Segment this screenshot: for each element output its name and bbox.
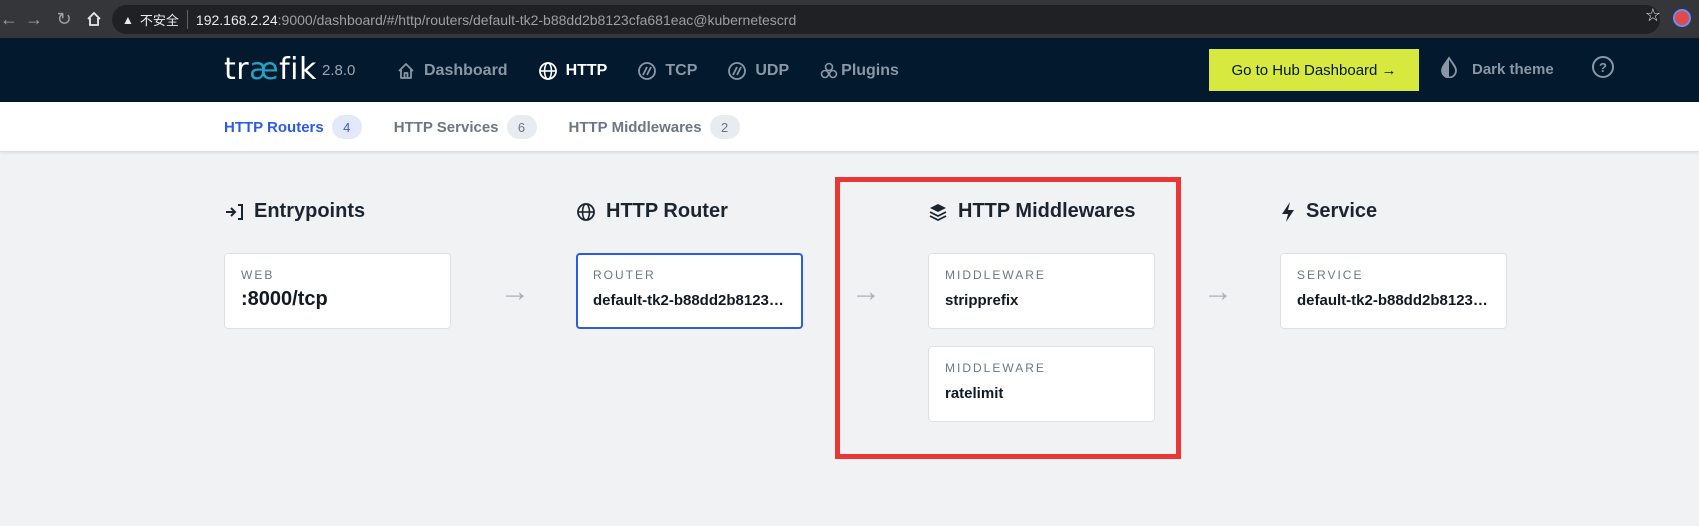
tab-http-middlewares-count: 2 — [709, 115, 740, 139]
arrow-right-icon: → — [500, 275, 530, 308]
tab-http-services-label: HTTP Services — [393, 118, 499, 136]
tab-http-services[interactable]: HTTP Services 6 — [394, 115, 537, 139]
nav-http-label: HTTP — [565, 62, 608, 79]
dark-theme-label: Dark theme — [1472, 60, 1554, 78]
nav-udp[interactable]: UDP — [727, 54, 803, 88]
home-browser-icon[interactable] — [80, 5, 108, 33]
reload-icon[interactable]: ↻ — [50, 5, 78, 33]
service-title: Service — [1280, 200, 1377, 223]
url-host: 192.168.2.24 — [195, 11, 278, 28]
udp-icon — [727, 61, 747, 81]
browser-nav-buttons: ← → ↻ — [0, 5, 108, 33]
home-icon — [396, 61, 416, 81]
dark-theme-toggle[interactable]: Dark theme — [1440, 56, 1554, 82]
warning-icon: ▲ — [122, 12, 134, 27]
version-label: 2.8.0 — [322, 62, 356, 79]
url-path: :9000/dashboard/#/http/routers/default-t… — [277, 11, 797, 28]
service-value: default-tk2-b88dd2b8123cfa681eac — [1297, 292, 1490, 309]
arrow-right-icon: → — [1203, 275, 1233, 308]
service-label: SERVICE — [1297, 268, 1364, 282]
entrypoints-title: Entrypoints — [224, 200, 365, 223]
tab-http-services-count: 6 — [506, 115, 537, 139]
back-icon[interactable]: ← — [0, 5, 18, 33]
insecure-label: 不安全 — [140, 10, 188, 29]
tab-http-routers-label: HTTP Routers — [224, 118, 324, 136]
nav-tcp[interactable]: TCP — [637, 54, 711, 88]
logo-text-pre: tr — [224, 52, 250, 87]
nav-plugins-label: Plugins — [841, 62, 899, 79]
bookmark-star-icon[interactable]: ☆ — [1645, 5, 1661, 26]
hub-dashboard-button[interactable]: Go to Hub Dashboard → — [1209, 49, 1419, 91]
app-header: træfik 2.8.0 Dashboard HTTP TCP UDP Plug… — [0, 38, 1699, 102]
entrypoint-icon — [224, 203, 244, 221]
sub-tabs: HTTP Routers 4 HTTP Services 6 HTTP Midd… — [224, 115, 772, 139]
globe-icon — [576, 202, 596, 222]
entrypoint-value: :8000/tcp — [241, 288, 328, 310]
tab-http-middlewares[interactable]: HTTP Middlewares 2 — [569, 115, 740, 139]
forward-icon[interactable]: → — [20, 5, 48, 33]
service-title-text: Service — [1306, 200, 1378, 222]
router-title-text: HTTP Router — [606, 200, 728, 222]
entrypoint-label: WEB — [241, 268, 275, 282]
tab-http-routers-count: 4 — [331, 115, 362, 139]
router-label: ROUTER — [593, 268, 656, 282]
nav-tcp-label: TCP — [665, 62, 698, 79]
traefik-logo[interactable]: træfik — [224, 52, 317, 87]
tab-http-middlewares-label: HTTP Middlewares — [568, 118, 702, 136]
tcp-icon — [637, 61, 657, 81]
highlight-annotation-box — [835, 177, 1181, 459]
nav-plugins[interactable]: Plugins — [819, 54, 913, 88]
router-value: default-tk2-b88dd2b8123cfa681eac@kuberne… — [593, 292, 786, 309]
browser-toolbar: ← → ↻ ▲ 不安全 192.168.2.24:9000/dashboard/… — [0, 0, 1699, 38]
lightning-icon — [1280, 201, 1296, 223]
address-bar[interactable]: ▲ 不安全 192.168.2.24:9000/dashboard/#/http… — [112, 5, 1660, 34]
router-card[interactable]: ROUTER default-tk2-b88dd2b8123cfa681eac@… — [576, 253, 803, 329]
nav-http[interactable]: HTTP — [538, 54, 622, 88]
globe-icon — [538, 61, 558, 81]
entrypoint-card[interactable]: WEB :8000/tcp — [224, 253, 451, 329]
droplet-icon — [1440, 56, 1458, 82]
nav-udp-label: UDP — [755, 62, 790, 79]
plugins-icon — [819, 61, 839, 81]
entrypoints-title-text: Entrypoints — [254, 200, 366, 222]
router-title: HTTP Router — [576, 200, 728, 223]
main-nav: Dashboard HTTP TCP UDP Plugins — [396, 54, 929, 88]
service-card[interactable]: SERVICE default-tk2-b88dd2b8123cfa681eac — [1280, 253, 1507, 329]
nav-dashboard-label: Dashboard — [424, 62, 508, 79]
tab-http-routers[interactable]: HTTP Routers 4 — [224, 115, 362, 139]
extension-icon[interactable] — [1673, 9, 1691, 27]
url-text: 192.168.2.24:9000/dashboard/#/http/route… — [196, 12, 796, 28]
logo-text-ae: æ — [249, 52, 280, 87]
logo-text-post: fik — [279, 52, 317, 87]
help-icon[interactable]: ? — [1592, 56, 1614, 78]
sub-nav: HTTP Routers 4 HTTP Services 6 HTTP Midd… — [0, 102, 1699, 152]
nav-dashboard[interactable]: Dashboard — [396, 54, 522, 88]
